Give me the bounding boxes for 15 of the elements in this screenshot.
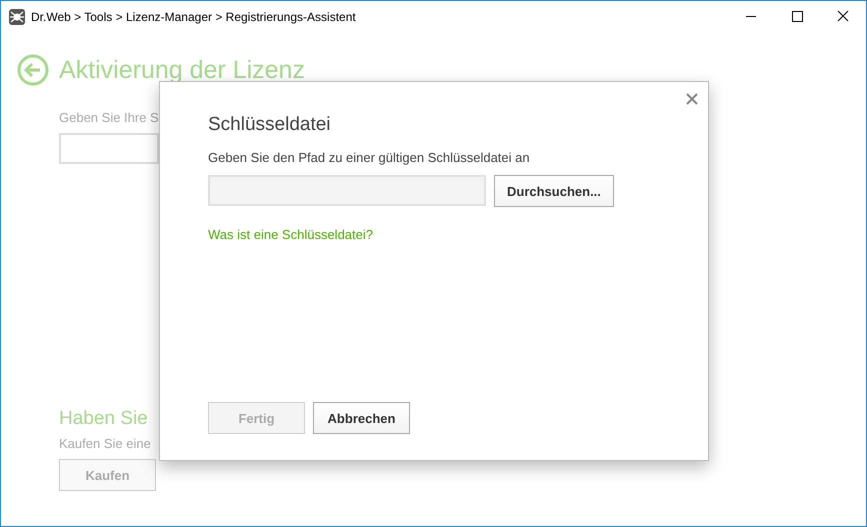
cancel-button[interactable]: Abbrechen (313, 402, 410, 434)
buy-button[interactable]: Kaufen (59, 459, 156, 491)
instruction-text: Geben Sie den Pfad zu einer gültigen Schlüsseldatei an (208, 150, 531, 165)
help-link[interactable]: Was ist eine Schlüsseldatei? (208, 227, 373, 242)
serial-input-field[interactable] (59, 133, 159, 164)
page-heading: Aktivierung der Lizenz (59, 56, 305, 84)
close-icon[interactable] (686, 93, 698, 105)
prompt-text: Geben Sie Ihre S (59, 110, 159, 125)
path-input-field[interactable] (208, 175, 486, 206)
dialog-title: Schlüsseldatei (208, 114, 331, 136)
browse-button[interactable]: Durchsuchen... (494, 175, 614, 207)
section-heading: Haben Sie (59, 408, 148, 430)
spider-icon (9, 8, 25, 24)
window-title: Dr.Web > Tools > Lizenz-Manager > Registrierungs-Assistent (31, 10, 356, 24)
section-text: Kaufen Sie eine (59, 436, 151, 451)
